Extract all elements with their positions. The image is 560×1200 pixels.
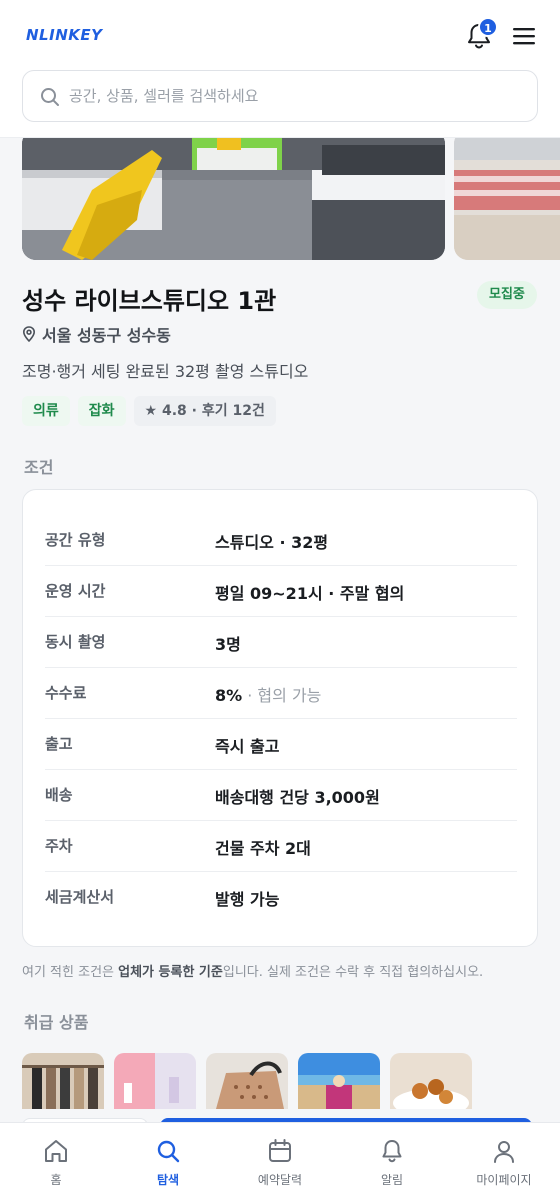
condition-value: 즉시 출고	[215, 737, 280, 756]
listing-title: 성수 라이브스튜디오 1관	[22, 287, 277, 315]
condition-row: 배송 배송대행 건당 3,000원	[45, 770, 517, 821]
condition-value: 발행 가능	[215, 890, 280, 909]
user-icon	[494, 1141, 514, 1163]
bottom-tab-bar: 홈 탐색 예약달력 알림 마이페이지	[0, 1122, 560, 1200]
warehouse-photo-image	[454, 138, 560, 260]
tab-home[interactable]: 홈	[0, 1123, 112, 1200]
product-thumbnail[interactable]	[298, 1053, 380, 1109]
condition-extra: · 협의 가능	[242, 686, 322, 705]
listing-description: 조명·행거 세팅 완료된 32평 촬영 스튜디오	[22, 362, 309, 381]
home-icon	[45, 1140, 67, 1162]
beach-image	[298, 1053, 380, 1109]
condition-row: 출고 즉시 출고	[45, 719, 517, 770]
condition-key: 출고	[45, 735, 73, 753]
product-thumbnail[interactable]	[206, 1053, 288, 1109]
condition-row: 세금계산서 발행 가능	[45, 872, 517, 923]
location-text: 서울 성동구 성수동	[42, 326, 171, 345]
tab-label: 탐색	[156, 1173, 180, 1187]
bag-image	[206, 1053, 288, 1109]
clothing-rack-image	[22, 1053, 104, 1109]
hamburger-menu-icon[interactable]	[511, 24, 539, 48]
studio-photo-next[interactable]	[454, 138, 560, 260]
food-image	[390, 1053, 472, 1109]
status-badge: 모집중	[477, 281, 537, 309]
condition-row: 공간 유형 스튜디오 · 32평	[45, 515, 517, 566]
tab-label: 홈	[50, 1173, 62, 1187]
condition-value: 배송대행 건당 3,000원	[215, 788, 380, 807]
condition-row: 주차 건물 주차 2대	[45, 821, 517, 872]
condition-key: 주차	[45, 837, 73, 855]
product-thumbnail[interactable]	[22, 1053, 104, 1109]
condition-row: 수수료 8% · 협의 가능	[45, 668, 517, 719]
condition-value: 3명	[215, 635, 241, 654]
category-tag[interactable]: 잡화	[77, 396, 126, 426]
studio-photo[interactable]	[22, 138, 445, 260]
tab-explore[interactable]: 탐색	[112, 1123, 224, 1200]
app-header: NLINKEY 1	[0, 0, 560, 138]
condition-row: 동시 촬영 3명	[45, 617, 517, 668]
photo-gallery[interactable]	[0, 138, 560, 260]
product-thumbnail-list	[22, 1053, 472, 1109]
rating-tag[interactable]: ★ 4.8 · 후기 12건	[133, 396, 276, 426]
listing-location: 서울 성동구 성수동	[22, 324, 171, 345]
conditions-card: 공간 유형 스튜디오 · 32평 운영 시간 평일 09~21시 · 주말 협의…	[22, 489, 538, 947]
search-bar[interactable]	[22, 70, 538, 122]
brand-logo[interactable]: NLINKEY	[26, 26, 102, 44]
condition-value: 평일 09~21시 · 주말 협의	[215, 584, 405, 603]
tab-label: 예약달력	[257, 1173, 303, 1187]
condition-value: 스튜디오 · 32평	[215, 533, 329, 552]
studio-photo-image	[22, 138, 445, 260]
search-icon	[41, 88, 59, 106]
conditions-section-title: 조건	[24, 458, 54, 477]
products-section-title: 취급 상품	[24, 1013, 89, 1032]
condition-key: 운영 시간	[45, 582, 106, 600]
tab-calendar[interactable]: 예약달력	[224, 1123, 336, 1200]
tab-label: 마이페이지	[476, 1173, 532, 1187]
condition-key: 배송	[45, 786, 73, 804]
tab-mypage[interactable]: 마이페이지	[448, 1123, 560, 1200]
condition-key: 공간 유형	[45, 531, 106, 549]
tag-list: 의류 잡화 ★ 4.8 · 후기 12건	[22, 396, 276, 426]
search-icon	[157, 1140, 180, 1163]
tab-notifications[interactable]: 알림	[336, 1123, 448, 1200]
category-tag[interactable]: 의류	[22, 396, 70, 426]
condition-key: 동시 촬영	[45, 633, 106, 651]
bell-icon	[382, 1140, 402, 1163]
search-input[interactable]	[69, 71, 519, 121]
cosmetics-image	[114, 1053, 196, 1109]
condition-key: 수수료	[45, 684, 87, 702]
condition-key: 세금계산서	[45, 888, 115, 906]
condition-value: 건물 주차 2대	[215, 839, 311, 858]
condition-row: 운영 시간 평일 09~21시 · 주말 협의	[45, 566, 517, 617]
product-thumbnail[interactable]	[390, 1053, 472, 1109]
location-pin-icon	[22, 326, 36, 342]
tab-label: 알림	[380, 1173, 404, 1187]
conditions-disclaimer: 여기 적힌 조건은 업체가 등록한 기준입니다. 실제 조건은 수락 후 직접 …	[22, 965, 484, 980]
notification-count-badge: 1	[478, 17, 498, 37]
calendar-icon	[269, 1139, 291, 1162]
condition-value: 8% · 협의 가능	[215, 686, 322, 705]
product-thumbnail[interactable]	[114, 1053, 196, 1109]
